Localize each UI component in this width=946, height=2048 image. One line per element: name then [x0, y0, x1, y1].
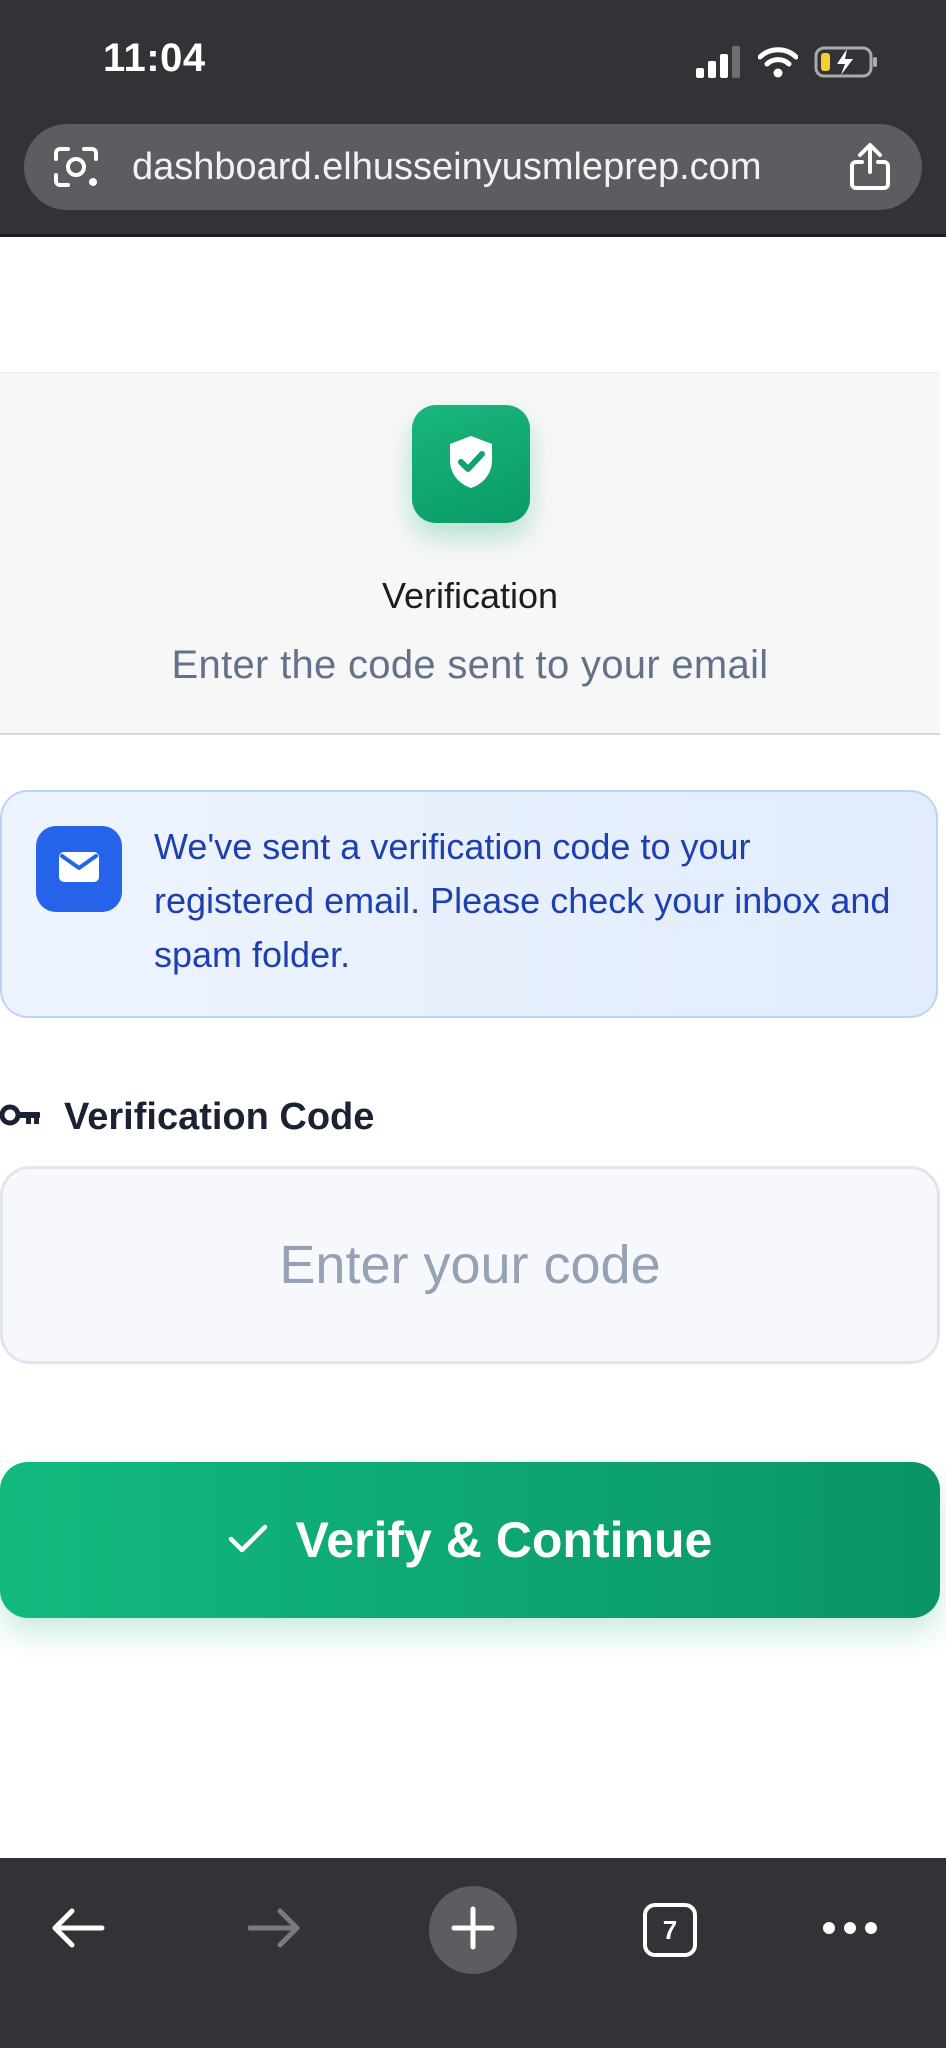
mail-icon	[59, 851, 99, 887]
page-title: Verification	[381, 575, 559, 616]
info-message: We've sent a verification code to your r…	[154, 826, 891, 975]
tabs-icon: 7	[643, 1903, 697, 1957]
more-button[interactable]	[800, 1880, 900, 1980]
mail-badge	[36, 826, 122, 912]
tab-count: 7	[662, 1914, 678, 1945]
status-time: 11:04	[103, 36, 206, 80]
checkmark-icon	[228, 1524, 268, 1557]
new-tab-button[interactable]	[429, 1886, 517, 1974]
share-icon[interactable]	[848, 142, 892, 197]
battery-charging-icon	[814, 45, 880, 84]
key-icon	[0, 1103, 42, 1132]
forward-button[interactable]	[224, 1880, 324, 1980]
url-text[interactable]: dashboard.elhusseinyusmleprep.com	[132, 124, 761, 210]
verify-continue-button[interactable]: Verify & Continue	[0, 1462, 940, 1618]
wifi-icon	[757, 46, 799, 83]
back-arrow-icon	[50, 1906, 106, 1955]
signal-icon	[696, 45, 742, 83]
status-icons	[696, 44, 880, 84]
browser-bottom-toolbar: 7	[0, 1858, 946, 2048]
info-banner: We've sent a verification code to your r…	[0, 790, 938, 1018]
tabs-button[interactable]: 7	[620, 1880, 720, 1980]
verification-header: Verification Enter the code sent to your…	[0, 372, 940, 735]
code-field-label: Verification Code	[0, 1092, 374, 1142]
page-subtitle: Enter the code sent to your email	[171, 643, 769, 687]
verify-button-label: Verify & Continue	[295, 1512, 713, 1568]
shield-badge	[412, 405, 530, 523]
more-icon	[822, 1921, 878, 1940]
shield-check-icon	[446, 434, 496, 495]
back-button[interactable]	[28, 1880, 128, 1980]
address-bar[interactable]: dashboard.elhusseinyusmleprep.com	[24, 124, 922, 210]
code-field-label-text: Verification Code	[64, 1095, 375, 1138]
browser-top-bar: 11:04 dashboard.elhusseinyusmleprep.com	[0, 0, 946, 237]
new-tab-plus-icon	[450, 1905, 496, 1956]
forward-arrow-icon	[246, 1906, 302, 1955]
verification-code-input[interactable]	[0, 1166, 940, 1364]
page-scan-icon[interactable]	[52, 145, 100, 194]
